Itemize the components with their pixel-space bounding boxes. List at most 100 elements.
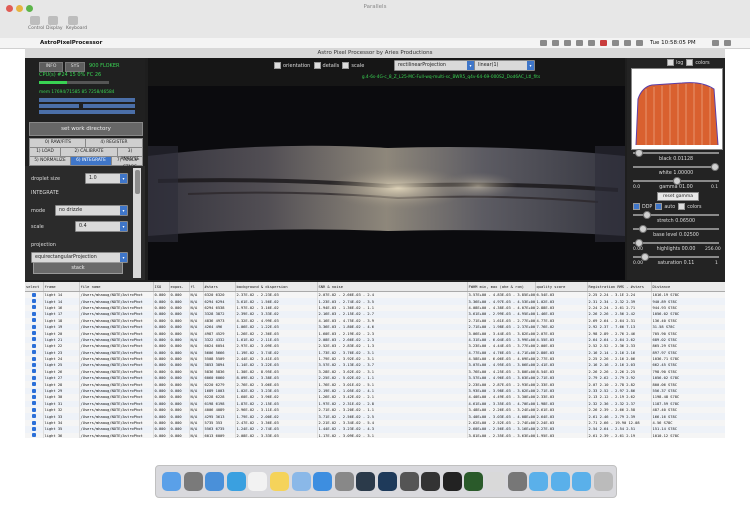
volume-icon[interactable] — [624, 40, 631, 46]
sys-button[interactable]: SYS — [65, 62, 85, 72]
safari-icon[interactable] — [226, 472, 246, 491]
status-icon[interactable] — [564, 40, 571, 46]
select-checkbox[interactable] — [31, 305, 36, 310]
details-checkbox[interactable]: details — [313, 62, 339, 69]
notes-icon[interactable] — [270, 472, 289, 491]
mail-icon[interactable] — [205, 472, 225, 491]
select-checkbox[interactable] — [31, 375, 36, 380]
column-header[interactable]: select — [25, 282, 44, 292]
info-button[interactable]: INFO — [39, 62, 63, 72]
status-icon[interactable] — [540, 40, 547, 46]
droplet-size-select[interactable]: 1.0 ▾ — [85, 173, 128, 184]
select-checkbox[interactable] — [31, 337, 36, 342]
select-checkbox[interactable] — [31, 362, 36, 367]
select-checkbox[interactable] — [31, 324, 36, 329]
chart-icon[interactable] — [486, 472, 505, 491]
saturation-slider[interactable] — [633, 253, 719, 261]
select-checkbox[interactable] — [31, 331, 36, 336]
select-checkbox[interactable] — [31, 356, 36, 361]
black-slider[interactable] — [633, 149, 719, 157]
appstore-icon[interactable] — [313, 472, 333, 491]
terminal-icon[interactable] — [442, 472, 462, 491]
control-tool[interactable]: Control — [28, 16, 44, 31]
select-checkbox[interactable] — [31, 299, 36, 304]
tools-icon[interactable] — [507, 472, 527, 491]
column-header[interactable]: Distance — [651, 282, 725, 292]
photoshop-icon[interactable] — [378, 472, 397, 491]
select-checkbox[interactable] — [31, 426, 36, 431]
status-icon[interactable] — [588, 40, 595, 46]
select-cell[interactable] — [25, 432, 44, 438]
auto-checkbox[interactable]: auto — [655, 203, 675, 210]
wifi-icon[interactable] — [612, 40, 619, 46]
column-header[interactable]: ISO — [153, 282, 170, 292]
folder-icon[interactable] — [572, 472, 592, 491]
mode-select[interactable]: no drizzle ▾ — [55, 205, 128, 216]
battery-icon[interactable] — [636, 40, 643, 46]
status-icon[interactable] — [552, 40, 559, 46]
select-checkbox[interactable] — [31, 433, 36, 438]
column-header[interactable]: expos. — [169, 282, 190, 292]
select-checkbox[interactable] — [31, 311, 36, 316]
search-icon[interactable] — [712, 40, 719, 46]
column-header[interactable]: file name — [79, 282, 154, 292]
select-checkbox[interactable] — [31, 401, 36, 406]
scrollbar[interactable] — [133, 168, 141, 278]
folder-icon[interactable] — [550, 472, 570, 491]
launchpad-icon[interactable] — [183, 472, 203, 491]
folder-icon[interactable] — [529, 472, 549, 491]
gamma-slider[interactable] — [633, 177, 719, 185]
select-checkbox[interactable] — [31, 394, 36, 399]
column-header[interactable]: fl — [189, 282, 204, 292]
select-checkbox[interactable] — [31, 292, 36, 297]
finder-icon[interactable] — [162, 472, 181, 491]
lightroom-icon[interactable] — [356, 472, 376, 491]
panorama-image[interactable] — [148, 86, 625, 280]
column-header[interactable]: Registration RMS - #stars — [587, 282, 652, 292]
column-header[interactable]: background & dispersion — [235, 282, 318, 292]
column-header[interactable]: quality score — [535, 282, 588, 292]
column-header[interactable]: #stars — [203, 282, 236, 292]
monitor-icon[interactable] — [464, 472, 484, 491]
projection-view-select[interactable]: rectilinearProjection ▾ — [394, 60, 475, 71]
menu-icon[interactable] — [724, 40, 731, 46]
menu-app-name[interactable]: AstroPixelProcessor — [40, 40, 102, 46]
colors-checkbox[interactable]: colors — [686, 59, 710, 66]
select-cell[interactable] — [25, 291, 44, 299]
clock[interactable]: Tue 10:58:05 PM — [650, 40, 696, 46]
orientation-checkbox[interactable]: orientation — [274, 62, 310, 69]
display-tool[interactable]: Display — [46, 16, 63, 31]
column-header[interactable]: SNR & noise — [317, 282, 468, 292]
system-preferences-icon[interactable] — [334, 472, 354, 491]
tab-normalize[interactable]: 5) NORMALIZE — [29, 156, 71, 166]
status-icon[interactable] — [576, 40, 583, 46]
white-slider[interactable] — [633, 163, 719, 171]
calendar-icon[interactable] — [248, 472, 268, 491]
base-level-slider[interactable] — [633, 225, 719, 233]
preview-icon[interactable] — [291, 472, 311, 491]
camera-icon[interactable] — [399, 472, 419, 491]
tab-integrate[interactable]: 6) INTEGRATE — [70, 156, 112, 166]
select-checkbox[interactable] — [31, 343, 36, 348]
select-checkbox[interactable] — [31, 318, 36, 323]
select-checkbox[interactable] — [31, 369, 36, 374]
table-row[interactable]: light 36/Users/mhaaug/NOTE/AstroPhot 0.00… — [25, 432, 725, 438]
stretch-mode-select[interactable]: linear(1) ▾ — [474, 60, 535, 71]
select-checkbox[interactable] — [31, 407, 36, 412]
select-checkbox[interactable] — [31, 382, 36, 387]
scale-checkbox[interactable]: scale — [342, 62, 364, 69]
log-checkbox[interactable]: log — [667, 59, 683, 66]
column-header[interactable]: frame — [43, 282, 80, 292]
ddp-checkbox[interactable]: DDP — [633, 203, 652, 210]
keyboard-tool[interactable]: Keyboard — [66, 16, 87, 31]
colors2-checkbox[interactable]: colors — [678, 203, 702, 210]
status-icon[interactable] — [600, 40, 607, 46]
tab-analyse-stars[interactable]: 3) ANALYSE STARS — [117, 147, 143, 170]
select-checkbox[interactable] — [31, 414, 36, 419]
scale-select[interactable]: 0.4 ▾ — [75, 221, 128, 232]
reset-gamma-button[interactable]: reset gamma — [657, 192, 699, 201]
column-header[interactable]: FWHM min, max (ahe & rcm) — [467, 282, 536, 292]
stretch-slider[interactable] — [633, 211, 719, 219]
select-checkbox[interactable] — [31, 388, 36, 393]
set-work-directory-button[interactable]: set work directory — [29, 122, 143, 136]
